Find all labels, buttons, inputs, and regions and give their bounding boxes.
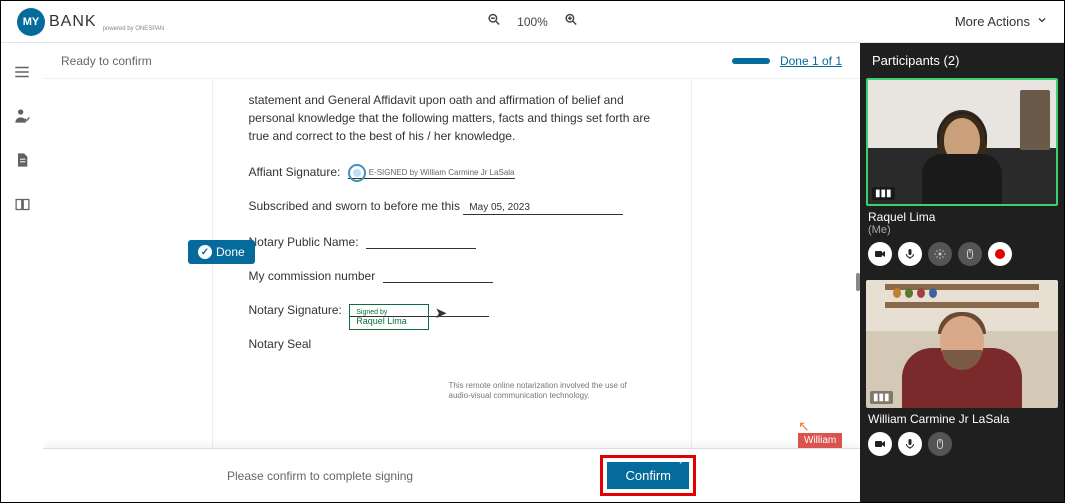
- signal-icon: ▮▮▮: [870, 391, 893, 404]
- left-rail: [1, 43, 43, 502]
- participant-self: ▮▮▮ Raquel Lima (Me): [860, 78, 1064, 272]
- participant-self-video[interactable]: ▮▮▮: [866, 78, 1058, 206]
- affiant-signature-row: Affiant Signature: E-SIGNED by William C…: [249, 165, 655, 179]
- top-header: MY BANK powered by ONESPAN 100% More Act…: [1, 1, 1064, 43]
- mouse-button[interactable]: [958, 242, 982, 266]
- affiant-signature-field: E-SIGNED by William Carmine Jr LaSala: [348, 166, 515, 179]
- camera-button[interactable]: [868, 242, 892, 266]
- notary-signature-row: Notary Signature: Signed by Raquel Lima …: [249, 303, 655, 317]
- signal-icon: ▮▮▮: [872, 187, 895, 200]
- progress-indicator: [732, 58, 770, 64]
- affiant-label: Affiant Signature:: [249, 165, 341, 179]
- mic-button[interactable]: [898, 242, 922, 266]
- document-viewport: statement and General Affidavit upon oat…: [43, 79, 860, 448]
- sworn-row: Subscribed and sworn to before me this M…: [249, 199, 655, 215]
- participant-guest-video[interactable]: ▮▮▮: [866, 280, 1058, 408]
- sworn-date-field: May 05, 2023: [463, 202, 623, 215]
- confirm-highlight: Confirm ↖: [600, 455, 696, 496]
- notary-name-row: Notary Public Name:: [249, 235, 655, 249]
- confirm-button-label: Confirm: [625, 468, 671, 483]
- done-badge-label: Done: [216, 245, 245, 259]
- confirm-bar: Please confirm to complete signing Confi…: [43, 448, 860, 502]
- commission-label: My commission number: [249, 269, 376, 283]
- participant-guest-controls: [866, 432, 1058, 456]
- notary-sig-field: Signed by Raquel Lima ➤: [349, 304, 489, 317]
- mouse-button[interactable]: [928, 432, 952, 456]
- settings-button[interactable]: [928, 242, 952, 266]
- commission-field[interactable]: [383, 270, 493, 283]
- notary-seal-label: Notary Seal: [249, 337, 312, 351]
- notary-sig-label: Notary Signature:: [249, 303, 342, 317]
- content-area: Ready to confirm Done 1 of 1 ✓ Done stat…: [43, 43, 860, 502]
- participant-guest: ▮▮▮ William Carmine Jr LaSala: [860, 280, 1064, 462]
- logo-badge: MY: [17, 8, 45, 36]
- mic-button[interactable]: [898, 432, 922, 456]
- notary-name-field[interactable]: [366, 236, 476, 249]
- signature-box[interactable]: Signed by Raquel Lima: [349, 304, 429, 330]
- document-icon[interactable]: [13, 151, 31, 169]
- confirm-message: Please confirm to complete signing: [227, 469, 413, 483]
- esigned-stamp: E-SIGNED by William Carmine Jr LaSala: [348, 164, 515, 182]
- cursor-icon: ↖: [675, 456, 683, 467]
- menu-icon[interactable]: [13, 63, 31, 81]
- logo-subtext: powered by ONESPAN: [103, 26, 165, 32]
- record-button[interactable]: [988, 242, 1012, 266]
- remote-cursor: ↖ William: [798, 423, 842, 448]
- participant-self-controls: [866, 242, 1058, 266]
- zoom-in-icon[interactable]: [564, 12, 579, 32]
- participant-self-sub: (Me): [866, 224, 1058, 236]
- sworn-label: Subscribed and sworn to before me this: [249, 199, 460, 213]
- logo-text: BANK: [49, 13, 97, 31]
- confirm-button[interactable]: Confirm ↖: [607, 462, 689, 489]
- document-page: statement and General Affidavit upon oat…: [212, 79, 692, 448]
- sig-box-name: Raquel Lima: [356, 316, 407, 326]
- zoom-value: 100%: [517, 15, 548, 29]
- participants-title: Participants (2): [860, 43, 1064, 78]
- zoom-controls: 100%: [486, 12, 579, 32]
- notary-seal-row: Notary Seal: [249, 337, 655, 351]
- participant-self-name: Raquel Lima: [866, 210, 1058, 224]
- status-bar: Ready to confirm Done 1 of 1: [43, 43, 860, 79]
- done-link[interactable]: Done 1 of 1: [780, 54, 842, 68]
- app-logo: MY BANK powered by ONESPAN: [17, 8, 164, 36]
- notary-name-label: Notary Public Name:: [249, 235, 359, 249]
- check-icon: ✓: [198, 245, 212, 259]
- signature-arrow-icon: ➤: [435, 304, 448, 322]
- doc-footnote: This remote online notarization involved…: [449, 381, 649, 400]
- book-icon[interactable]: [13, 195, 31, 213]
- participant-guest-name: William Carmine Jr LaSala: [866, 412, 1058, 426]
- main-wrapper: Ready to confirm Done 1 of 1 ✓ Done stat…: [1, 43, 1064, 502]
- doc-intro: statement and General Affidavit upon oat…: [249, 91, 655, 145]
- chevron-down-icon: [1036, 14, 1048, 29]
- done-badge[interactable]: ✓ Done: [188, 240, 255, 264]
- cursor-arrow-icon: ↖: [798, 423, 842, 430]
- commission-row: My commission number: [249, 269, 655, 283]
- signer-icon[interactable]: [13, 107, 31, 125]
- panel-resize-handle[interactable]: [856, 273, 860, 291]
- more-actions-label: More Actions: [955, 14, 1030, 29]
- zoom-out-icon[interactable]: [486, 12, 501, 32]
- remote-cursor-name: William: [798, 433, 842, 448]
- participants-panel: Participants (2) ▮▮▮ Raquel Lima (Me): [860, 43, 1064, 502]
- more-actions-menu[interactable]: More Actions: [955, 14, 1048, 29]
- status-text: Ready to confirm: [61, 54, 152, 68]
- camera-button[interactable]: [868, 432, 892, 456]
